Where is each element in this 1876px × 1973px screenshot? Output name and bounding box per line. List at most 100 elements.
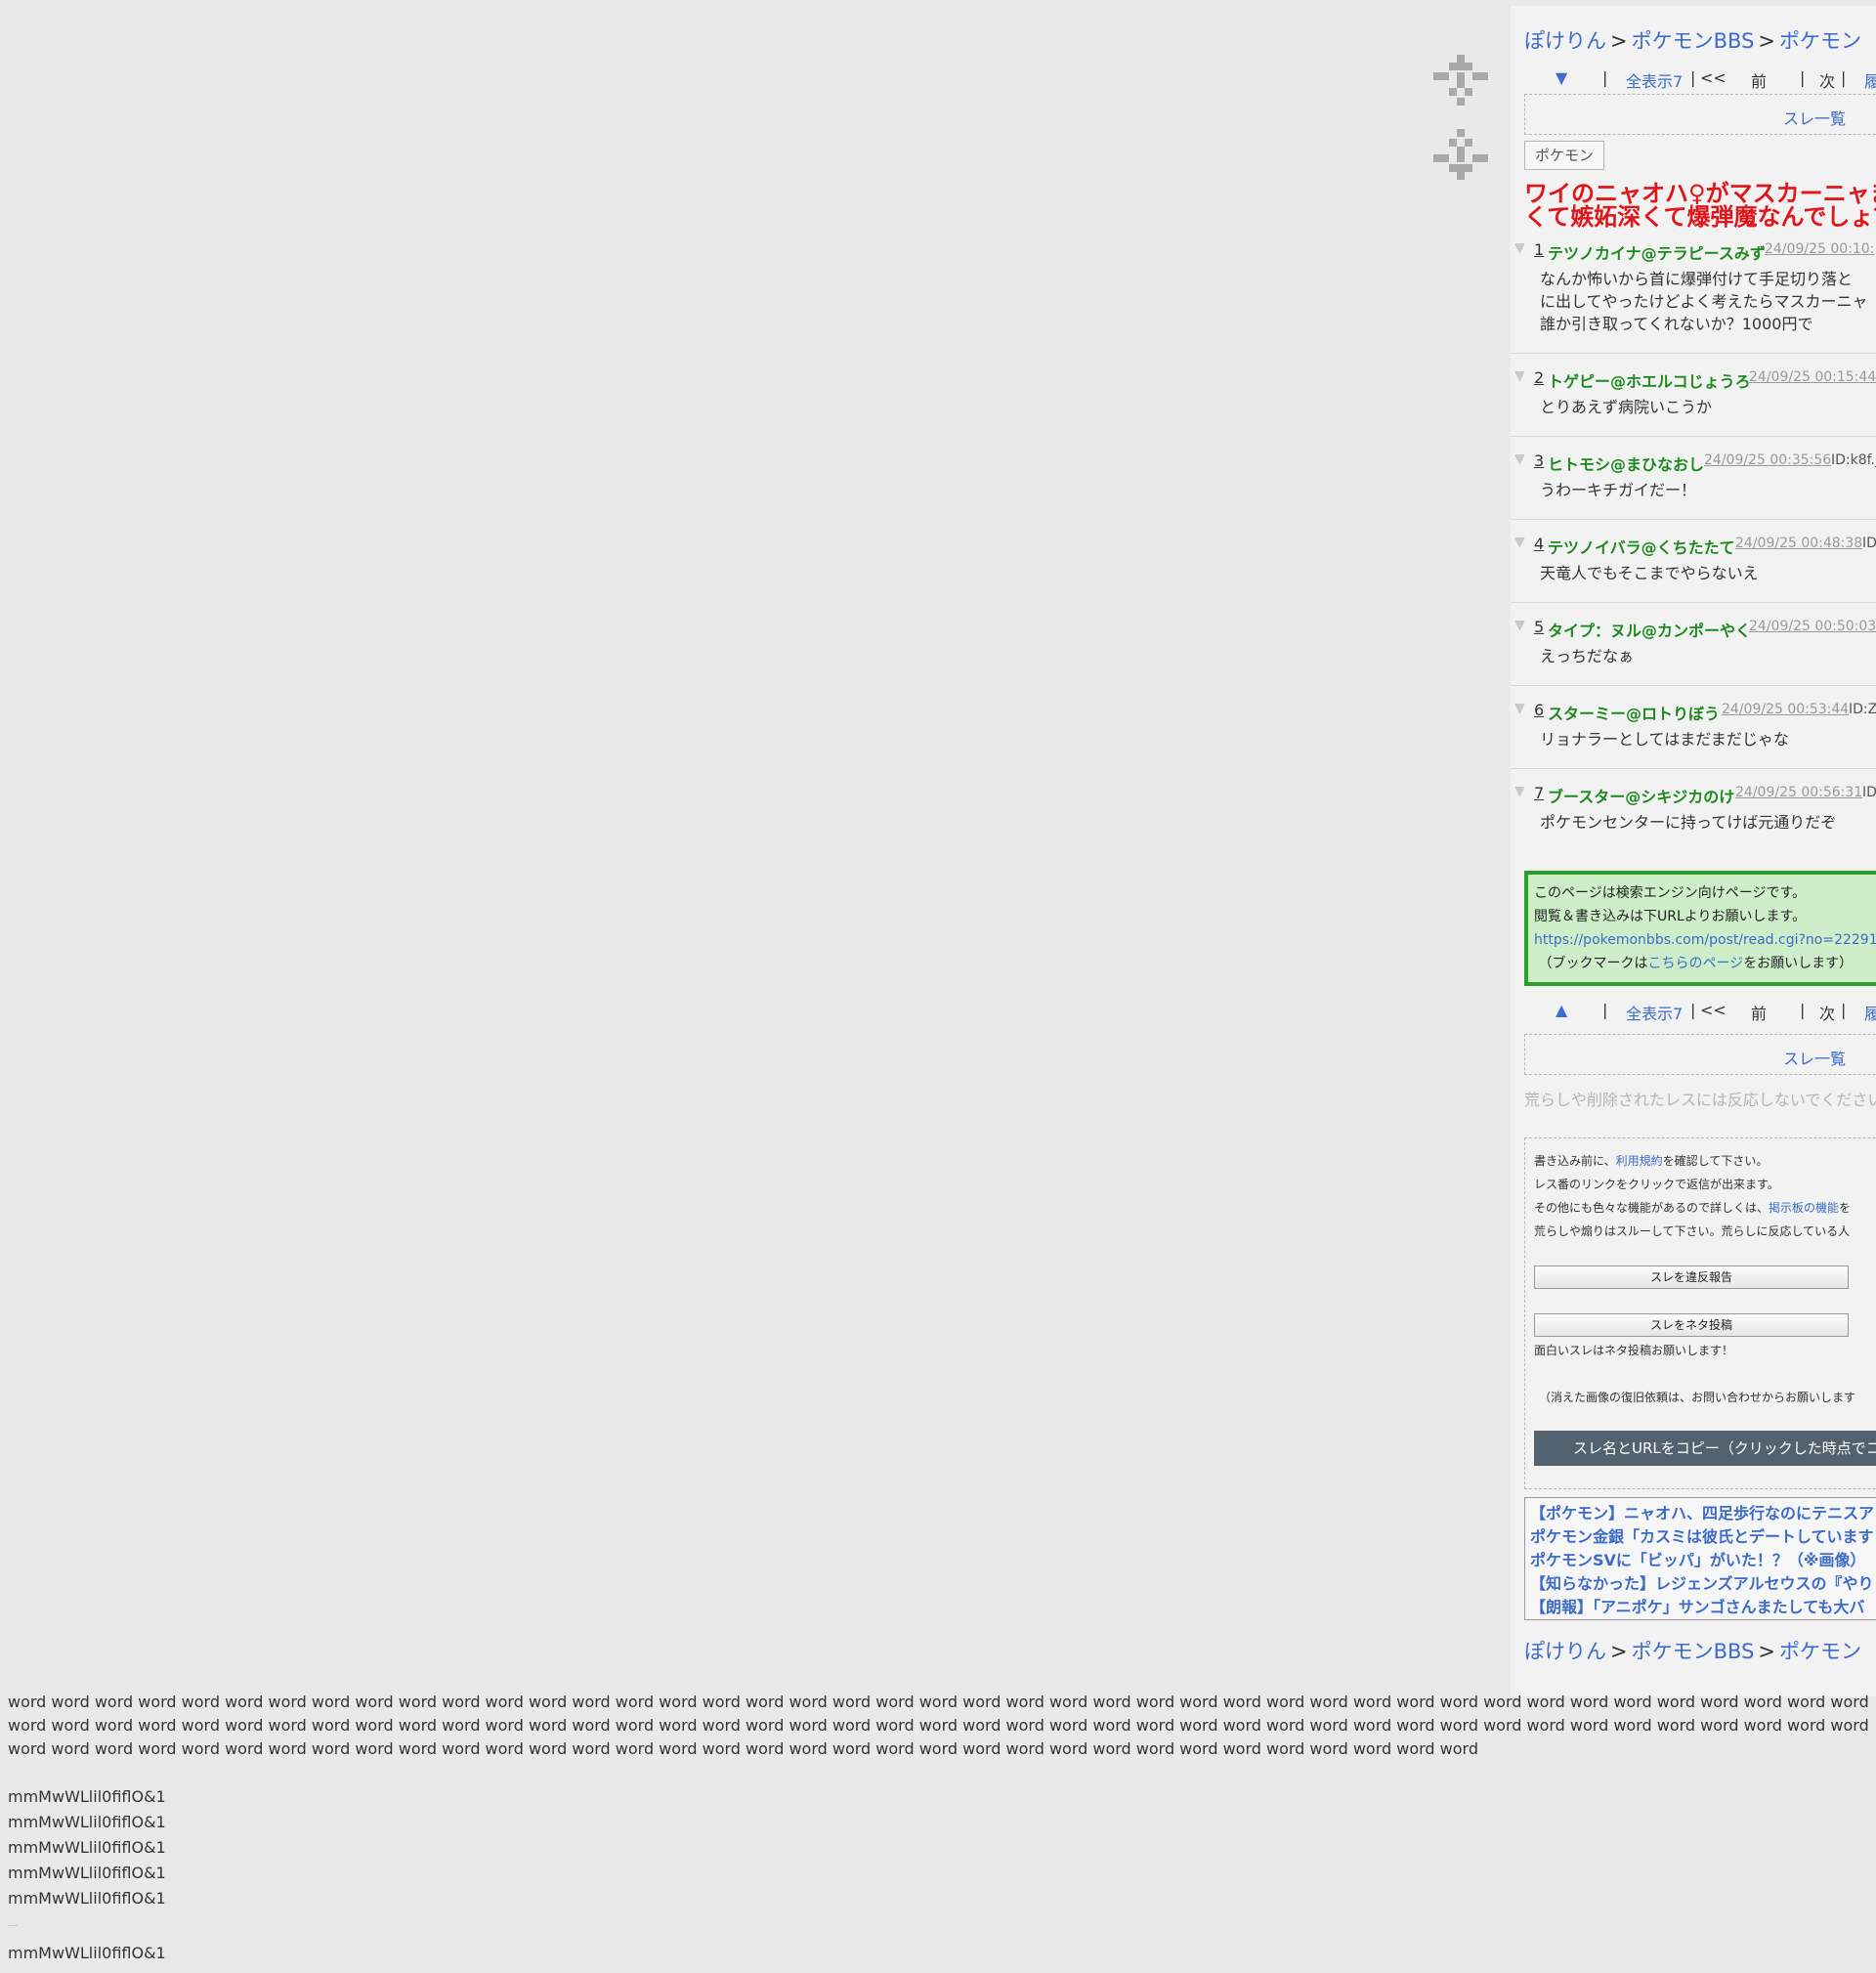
post-body: ポケモンセンターに持ってけば元通りだぞ <box>1540 813 1837 832</box>
copy-thread-url-button[interactable]: スレ名とURLをコピー（クリックした時点でコ <box>1534 1431 1876 1466</box>
nav-separator: | <box>1800 68 1806 87</box>
breadcrumb-bottom: ぽけりん > ポケモンBBS > ポケモン <box>1524 1640 1861 1663</box>
sample-dash: — <box>8 1920 18 1931</box>
post-date[interactable]: 24/09/25 00:10: <box>1765 241 1874 257</box>
post-date[interactable]: 24/09/25 00:53:44 <box>1722 702 1849 717</box>
post-divider <box>1511 436 1876 437</box>
post-collapse-icon[interactable]: ▼ <box>1514 240 1525 256</box>
scroll-to-bottom-icon[interactable] <box>1433 129 1488 186</box>
jump-up-icon[interactable]: ▲ <box>1556 1001 1567 1019</box>
post-number-link[interactable]: 5 <box>1534 618 1544 636</box>
first-page-link[interactable]: << <box>1700 1001 1727 1019</box>
post-divider <box>1511 519 1876 520</box>
post-number-link[interactable]: 7 <box>1534 784 1544 802</box>
related-thread-link[interactable]: 【知らなかった】レジェンズアルセウスの『やり <box>1530 1572 1876 1596</box>
post-author: トゲピー@ホエルコじょうろ <box>1548 372 1751 391</box>
post-collapse-icon[interactable]: ▼ <box>1514 451 1525 467</box>
thread-list-link[interactable]: スレ一覧 <box>1783 1046 1846 1069</box>
related-threads: 【ポケモン】ニャオハ、四足歩行なのにテニスア ポケモン金銀「カスミは彼氏とデート… <box>1524 1497 1876 1620</box>
breadcrumb-board-link[interactable]: ポケモンBBS <box>1632 1640 1755 1663</box>
filler-text: word word word word word word word word … <box>8 1693 1869 1758</box>
post: ▼ 2 トゲピー@ホエルコじょうろ 24/09/25 00:15:44 とりあえ… <box>1514 368 1876 418</box>
show-all-link[interactable]: 全表示7 <box>1626 1005 1683 1023</box>
post: ▼ 3 ヒトモシ@まひなおし 24/09/25 00:35:56 ID:k8f.… <box>1514 451 1876 501</box>
post-id[interactable]: ID <box>1862 785 1876 800</box>
category-tag[interactable]: ポケモン <box>1524 141 1605 170</box>
post: ▼ 7 ブースター@シキジカのけ 24/09/25 00:56:31 ID ポケ… <box>1514 784 1876 834</box>
post-date[interactable]: 24/09/25 00:50:03 <box>1749 619 1876 634</box>
thread-panel: ぽけりん > ポケモンBBS > ポケモン ▼ | 全表示7 | << 前 | 次 | … <box>1511 6 1876 1696</box>
post-divider <box>1511 768 1876 769</box>
thread-url-link[interactable]: https://pokemonbbs.com/post/read.cgi?no=… <box>1534 932 1876 948</box>
post: ▼ 1 テツノカイナ@テラピースみず 24/09/25 00:10: なんか怖い… <box>1514 240 1876 335</box>
breadcrumb-home-link[interactable]: ぽけりん <box>1524 29 1606 53</box>
next-page-link[interactable]: 次 <box>1819 1001 1835 1024</box>
post-author: テツノカイナ@テラピースみず <box>1548 244 1766 263</box>
post-divider <box>1511 685 1876 686</box>
post-number-link[interactable]: 3 <box>1534 451 1544 470</box>
post-collapse-icon[interactable]: ▼ <box>1514 535 1525 550</box>
post-id[interactable]: ID:Zl <box>1849 702 1876 717</box>
post-body: リョナラーとしてはまだまだじゃな <box>1540 730 1789 749</box>
jump-down-icon[interactable]: ▼ <box>1556 68 1567 87</box>
post-date[interactable]: 24/09/25 00:56:31 <box>1735 785 1862 800</box>
thread-list-box-bottom: スレ一覧 <box>1524 1034 1876 1075</box>
post-collapse-icon[interactable]: ▼ <box>1514 368 1525 384</box>
board-features-link[interactable]: 掲示板の機能 <box>1769 1201 1839 1215</box>
font-sample: mmMwWLlil0fiflO&1 <box>8 1864 166 1882</box>
related-thread-link[interactable]: 【朗報】「アニポケ」サンゴさんまたしても大バ <box>1530 1596 1876 1619</box>
post-collapse-icon[interactable]: ▼ <box>1514 701 1525 716</box>
post-date[interactable]: 24/09/25 00:15:44 <box>1749 369 1876 385</box>
nav-separator: | <box>1602 1001 1608 1019</box>
post-author: ヒトモシ@まひなおし <box>1548 455 1705 474</box>
nav-separator: | <box>1841 1001 1847 1019</box>
post-author: テツノイバラ@くちたたて <box>1548 538 1735 557</box>
thread-title: ワイのニャオハ♀がマスカーニャま くて嫉妬深くて爆弾魔なんでしょ？ <box>1524 180 1876 231</box>
thread-list-box-top: スレ一覧 <box>1524 94 1876 135</box>
related-thread-link[interactable]: ポケモン金銀「カスミは彼氏とデートしています <box>1530 1525 1876 1549</box>
related-thread-link[interactable]: ポケモンSVに「ビッパ」がいた！？（※画像） <box>1530 1549 1876 1572</box>
nav-separator: | <box>1690 1001 1696 1019</box>
history-link[interactable]: 履 <box>1864 1005 1876 1023</box>
nav-separator: | <box>1690 68 1696 87</box>
post-number-link[interactable]: 1 <box>1534 240 1544 259</box>
thread-list-link[interactable]: スレ一覧 <box>1783 106 1846 129</box>
prev-page-link[interactable]: 前 <box>1751 68 1767 92</box>
breadcrumb-board-link[interactable]: ポケモンBBS <box>1632 29 1755 53</box>
first-page-link[interactable]: << <box>1700 68 1727 87</box>
terms-link[interactable]: 利用規約 <box>1616 1154 1663 1168</box>
post-body: えっちだなぁ <box>1540 647 1635 665</box>
post-collapse-icon[interactable]: ▼ <box>1514 784 1525 799</box>
bookmark-page-link[interactable]: こちらのページ <box>1647 956 1743 971</box>
troll-warning: 荒らしや削除されたレスには反応しないでください <box>1524 1091 1876 1109</box>
breadcrumb-category-link[interactable]: ポケモン <box>1779 29 1861 53</box>
post-number-link[interactable]: 2 <box>1534 368 1544 387</box>
search-engine-notice: このページは検索エンジン向けページです。 閲覧＆書き込みは下URLよりお願いしま… <box>1524 871 1876 986</box>
post-id[interactable]: ID:k8f.j <box>1831 452 1876 468</box>
scroll-to-top-icon[interactable] <box>1433 55 1488 111</box>
history-link[interactable]: 履 <box>1864 72 1876 91</box>
breadcrumb-category-link[interactable]: ポケモン <box>1779 1640 1861 1663</box>
breadcrumb-top: ぽけりん > ポケモンBBS > ポケモン <box>1524 29 1861 53</box>
post-id[interactable]: ID <box>1862 536 1876 551</box>
report-thread-button[interactable]: スレを違反報告 <box>1534 1265 1849 1289</box>
post: ▼ 6 スターミー@ロトりぼう 24/09/25 00:53:44 ID:Zl … <box>1514 701 1876 751</box>
post-author: ブースター@シキジカのけ <box>1548 788 1735 806</box>
post-number-link[interactable]: 4 <box>1534 535 1544 553</box>
post-date[interactable]: 24/09/25 00:35:56 <box>1704 452 1831 468</box>
font-sample: mmMwWLlil0fiflO&1 <box>8 1838 166 1857</box>
next-page-link[interactable]: 次 <box>1819 68 1835 92</box>
font-sample: mmMwWLlil0fiflO&1 <box>8 1944 166 1962</box>
post: ▼ 5 タイプ：ヌル@カンポーやく 24/09/25 00:50:03 えっちだ… <box>1514 618 1876 667</box>
show-all-link[interactable]: 全表示7 <box>1626 72 1683 91</box>
prev-page-link[interactable]: 前 <box>1751 1001 1767 1024</box>
post-body: うわーキチガイだー！ <box>1540 481 1697 499</box>
related-thread-link[interactable]: 【ポケモン】ニャオハ、四足歩行なのにテニスア <box>1530 1502 1876 1525</box>
nav-separator: | <box>1602 68 1608 87</box>
breadcrumb-home-link[interactable]: ぽけりん <box>1524 1640 1606 1663</box>
post-divider <box>1511 602 1876 603</box>
post-number-link[interactable]: 6 <box>1534 701 1544 719</box>
post-date[interactable]: 24/09/25 00:48:38 <box>1735 536 1862 551</box>
post-collapse-icon[interactable]: ▼ <box>1514 618 1525 633</box>
neta-post-button[interactable]: スレをネタ投稿 <box>1534 1313 1849 1337</box>
